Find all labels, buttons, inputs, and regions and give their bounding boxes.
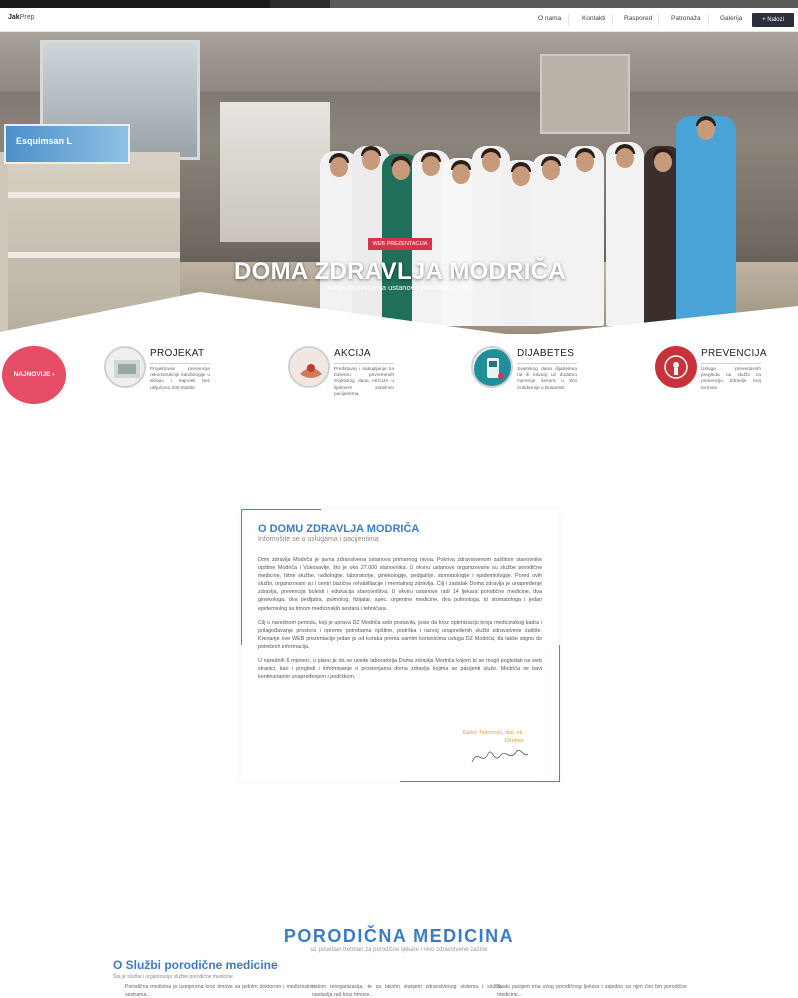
nav-item-galerija[interactable]: Galerija bbox=[720, 15, 742, 22]
top-strip bbox=[0, 0, 798, 8]
about-body: Dom zdravlja Modriča je javna zdravstven… bbox=[258, 556, 542, 687]
subsection-subtitle: Šta je službe i organizacija službe poro… bbox=[113, 974, 233, 980]
section-title: PORODIČNA MEDICINA bbox=[283, 926, 515, 946]
about-border bbox=[241, 509, 321, 510]
feature-projekat[interactable]: PROJEKAT Projektovan prevencije rekonstr… bbox=[104, 346, 224, 416]
director-signature-block: Darko Todorović, dipl. ek. Direktor bbox=[400, 729, 524, 745]
about-paragraph: Cilj u narednom periodu, koji je uprava … bbox=[258, 619, 542, 650]
nav-item-o-nama[interactable]: O nama bbox=[538, 15, 561, 22]
feature-akcija[interactable]: AKCIJA Predstavaj i sakupljanje za boles… bbox=[288, 346, 408, 416]
akcija-icon bbox=[288, 346, 330, 388]
shelf-board bbox=[8, 252, 180, 258]
feature-text: Usluge preventivnih pregleda na službi z… bbox=[701, 367, 761, 391]
about-border bbox=[400, 781, 560, 782]
prevencija-icon bbox=[655, 346, 697, 388]
main-nav: JakPrep O nama Kontakti Raspored Patrona… bbox=[0, 8, 798, 32]
text-column: Svaki pacijent ima svog porodičnog ljeka… bbox=[497, 984, 687, 998]
shelf-board bbox=[8, 192, 180, 198]
reception-counter bbox=[220, 102, 330, 242]
feature-divider bbox=[517, 363, 577, 364]
about-paragraph: Dom zdravlja Modriča je javna zdravstven… bbox=[258, 557, 542, 612]
handwritten-signature bbox=[471, 749, 529, 763]
feature-title: PROJEKAT bbox=[150, 348, 205, 359]
feature-text: Projektovan prevencije rekonstrukcije ka… bbox=[150, 367, 210, 391]
feature-prevencija[interactable]: PREVENCIJA Usluge preventivnih pregleda … bbox=[655, 346, 775, 416]
subsection-title: O Službi porodične medicine bbox=[113, 958, 278, 972]
about-border bbox=[241, 509, 242, 645]
feature-title: AKCIJA bbox=[334, 348, 371, 359]
director-name: Darko Todorović, dipl. ek. bbox=[462, 730, 524, 736]
nav-item-kontakti[interactable]: Kontakti bbox=[582, 15, 606, 22]
feature-text: Svjetskog dana dijabetesa na ih lokaciji… bbox=[517, 367, 577, 391]
feature-title: DIJABETES bbox=[517, 348, 575, 359]
najnovije-button[interactable]: NAJNOVIJE › bbox=[2, 346, 66, 404]
text-column: ostom reorganizacija, te sa takvim stanj… bbox=[312, 984, 502, 998]
hero-subtitle: javna zdravstvena ustanova primarnog niv… bbox=[325, 283, 475, 292]
text-column: Porodična medicina je usmjerena kroz tim… bbox=[125, 984, 315, 998]
top-strip-right bbox=[330, 0, 798, 8]
site-logo[interactable]: JakPrep bbox=[8, 14, 34, 21]
logo-rest: Prep bbox=[19, 14, 35, 21]
section-subtitle: uz poseban tretman za porodične ljekare … bbox=[310, 947, 488, 953]
projekat-icon bbox=[104, 346, 146, 388]
nav-item-raspored[interactable]: Raspored bbox=[624, 15, 652, 22]
hero-banner: Esquimsan L WEB PREZENTACIJA DOMA ZDRAVL… bbox=[0, 32, 798, 334]
about-paragraph: U narednih 6 mjeseci, u planu je da se u… bbox=[258, 658, 542, 681]
feature-divider bbox=[701, 363, 761, 364]
hero-title: DOMA ZDRAVLJA MODRIČA bbox=[233, 258, 567, 285]
hero-poster-text: Esquimsan L bbox=[16, 136, 73, 146]
about-title: O DOMU ZDRAVLJA MODRIČA bbox=[258, 523, 420, 535]
dijabetes-icon bbox=[471, 346, 513, 388]
feature-dijabetes[interactable]: DIJABETES Svjetskog dana dijabetesa na i… bbox=[471, 346, 591, 416]
nalozi-button[interactable]: + Nalozi bbox=[752, 13, 794, 27]
logo-main: Jak bbox=[8, 14, 20, 21]
nav-divider bbox=[568, 14, 569, 26]
hero-poster: Esquimsan L bbox=[4, 124, 130, 164]
feature-divider bbox=[150, 363, 210, 364]
nav-divider bbox=[708, 14, 709, 26]
nav-divider bbox=[612, 14, 613, 26]
feature-text: Predstavaj i sakupljanje za bolesno priv… bbox=[334, 367, 394, 397]
nav-divider bbox=[658, 14, 659, 26]
feature-divider bbox=[334, 363, 394, 364]
about-border bbox=[559, 645, 560, 781]
top-strip-left bbox=[0, 0, 270, 8]
hero-badge: WEB PREZENTACIJA bbox=[368, 238, 432, 250]
nav-item-patronaza[interactable]: Patronaža bbox=[671, 15, 701, 22]
feature-title: PREVENCIJA bbox=[701, 348, 767, 359]
about-subtitle: Informišite se o uslugama i pacijentima bbox=[258, 536, 379, 543]
